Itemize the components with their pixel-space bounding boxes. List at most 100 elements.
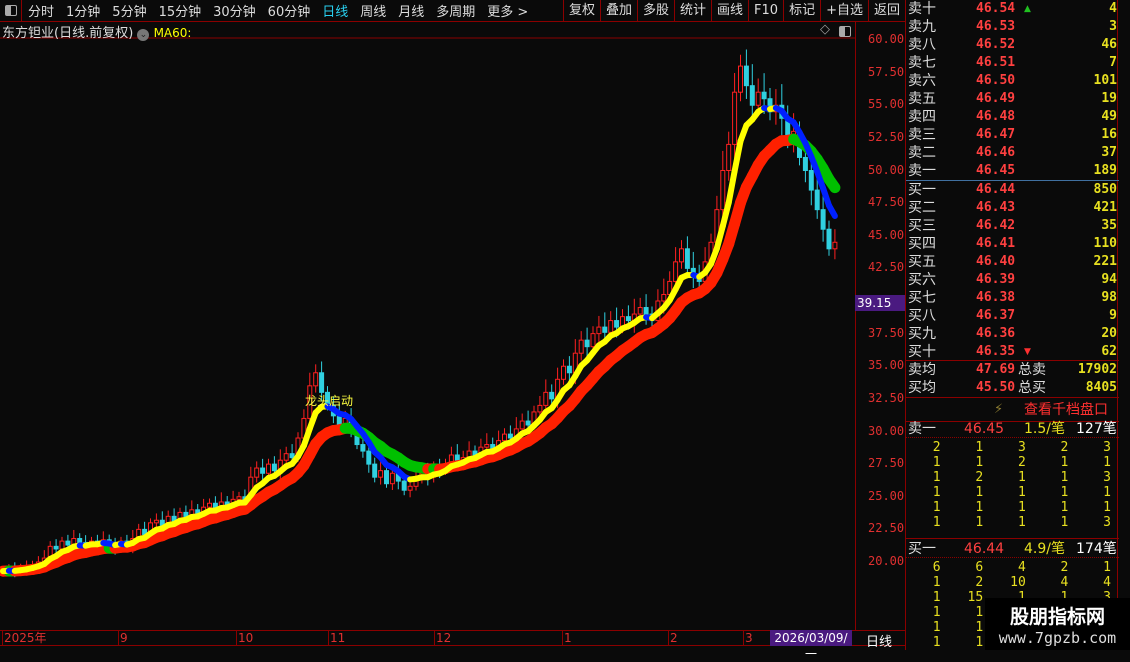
queue-order-size: 2 [1034, 560, 1077, 575]
level-price: 46.42 [976, 217, 1015, 235]
book-row[interactable]: 买均45.508405总买 [906, 379, 1119, 397]
x-tick-label: 10 [236, 631, 253, 646]
period-tab[interactable]: 日线 [316, 1, 354, 20]
watermark-url: www.7gpzb.com [985, 629, 1130, 647]
period-tab[interactable]: 更多 > [481, 1, 534, 20]
queue-order-size: 1 [1034, 485, 1077, 500]
book-row[interactable]: 买六46.3994 [906, 271, 1119, 289]
book-row[interactable]: 卖七46.517 [906, 54, 1119, 72]
book-row[interactable]: 卖三46.4716 [906, 126, 1119, 144]
book-row[interactable]: 买十46.35▼62 [906, 343, 1119, 361]
book-row[interactable]: 买五46.40221 [906, 253, 1119, 271]
period-tab[interactable]: 分时 [22, 1, 60, 20]
toolbar-button[interactable]: 统计 [674, 0, 711, 22]
sell1-header: 卖一46.451.5/笔127笔 [906, 420, 1119, 438]
queue-order-size: 2 [906, 440, 949, 455]
book-row[interactable]: 买三46.4235 [906, 217, 1119, 235]
level-label: 卖一 [908, 162, 936, 180]
book-row[interactable]: 卖均47.6917902总卖 [906, 361, 1119, 379]
book-row[interactable]: 卖二46.4637 [906, 144, 1119, 162]
candle-body [733, 92, 737, 144]
chevron-down-icon[interactable]: ⌄ [137, 29, 149, 41]
buy1-avg: 4.9/笔 [1024, 540, 1065, 558]
period-label[interactable]: 日线 [866, 631, 892, 650]
period-tab[interactable]: 30分钟 [207, 1, 262, 20]
y-tick-label: 60.00 [868, 32, 904, 46]
toolbar-button[interactable]: 画线 [711, 0, 748, 22]
panel-icon[interactable] [839, 26, 851, 37]
sell1-p: 46.45 [964, 420, 1004, 438]
candle-body [402, 481, 406, 490]
queue-order-size: 1 [991, 485, 1034, 500]
candle-body [821, 210, 825, 230]
y-tick-label: 35.00 [868, 358, 904, 372]
book-row[interactable]: 卖六46.50101 [906, 72, 1119, 90]
kline-chart[interactable] [0, 0, 855, 630]
candle-body [408, 486, 412, 490]
candle-body [485, 445, 489, 448]
toolbar-button[interactable]: 返回 [868, 0, 905, 22]
level-price: 46.51 [976, 54, 1015, 72]
toolbar-button[interactable]: +自选 [820, 0, 868, 22]
fast-line-segment [735, 141, 741, 171]
queue-order-size: 1 [949, 455, 992, 470]
level-volume: 49 [1101, 108, 1117, 126]
candle-body [597, 327, 601, 334]
queue-order-size: 2 [949, 575, 992, 590]
book-row[interactable]: 买一46.44850 [906, 181, 1119, 199]
queue-order-size: 1 [949, 500, 992, 515]
book-row[interactable]: 买二46.43421 [906, 199, 1119, 217]
book-row[interactable]: 买七46.3898 [906, 289, 1119, 307]
layout-toggle-button[interactable] [0, 0, 22, 22]
y-tick-label: 50.00 [868, 163, 904, 177]
candle-body [744, 66, 748, 86]
candle-body [385, 471, 389, 484]
queue-order-size: 1 [906, 605, 949, 620]
book-row[interactable]: 买九46.3620 [906, 325, 1119, 343]
candle-body [815, 190, 819, 210]
period-tab[interactable]: 60分钟 [262, 1, 317, 20]
period-tab[interactable]: 周线 [354, 1, 392, 20]
period-tab[interactable]: 1分钟 [60, 1, 106, 20]
candle-body [320, 373, 324, 393]
candle-body [54, 546, 58, 549]
queue-order-size: 1 [906, 470, 949, 485]
queue-order-size: 1 [906, 515, 949, 530]
queue-order-size: 1 [906, 500, 949, 515]
candle-body [756, 92, 760, 105]
period-tab[interactable]: 多周期 [430, 1, 481, 20]
book-row[interactable]: 卖九46.533 [906, 18, 1119, 36]
level-price: 45.50 [976, 379, 1015, 397]
book-row[interactable]: 卖一46.45189 [906, 162, 1119, 180]
candle-body [562, 366, 566, 379]
level-price: 46.50 [976, 72, 1015, 90]
book-row[interactable]: 买四46.41110 [906, 235, 1119, 253]
toolbar-button[interactable]: 复权 [563, 0, 600, 22]
level-price: 46.36 [976, 325, 1015, 343]
candle-body [674, 262, 678, 282]
level-label: 卖二 [908, 144, 936, 162]
sell1-l: 卖一 [908, 420, 936, 438]
book-row[interactable]: 卖八46.5246 [906, 36, 1119, 54]
queue-order-size: 1 [1076, 500, 1119, 515]
period-tab[interactable]: 月线 [392, 1, 430, 20]
level-label: 买六 [908, 271, 936, 289]
x-tick-label: 3 [743, 631, 753, 646]
toolbar-button[interactable]: 多股 [637, 0, 674, 22]
queue-order-size: 1 [906, 455, 949, 470]
book-row[interactable]: 卖十46.54▲4 [906, 0, 1119, 18]
toolbar-button[interactable]: 标记 [783, 0, 820, 22]
level-volume: 17902 [1078, 361, 1117, 379]
toolbar-button[interactable]: 叠加 [600, 0, 637, 22]
book-row[interactable]: 卖四46.4849 [906, 108, 1119, 126]
queue-order-size: 3 [1076, 440, 1119, 455]
candle-body [762, 92, 766, 99]
depth-link[interactable]: ⚡查看千档盘口 [906, 399, 1119, 421]
period-tab[interactable]: 5分钟 [106, 1, 152, 20]
book-row[interactable]: 卖五46.4919 [906, 90, 1119, 108]
book-row[interactable]: 买八46.379 [906, 307, 1119, 325]
toolbar-button[interactable]: F10 [748, 0, 783, 22]
level-volume: 101 [1094, 72, 1117, 90]
diamond-icon[interactable]: ◇ [820, 22, 830, 37]
period-tab[interactable]: 15分钟 [153, 1, 208, 20]
